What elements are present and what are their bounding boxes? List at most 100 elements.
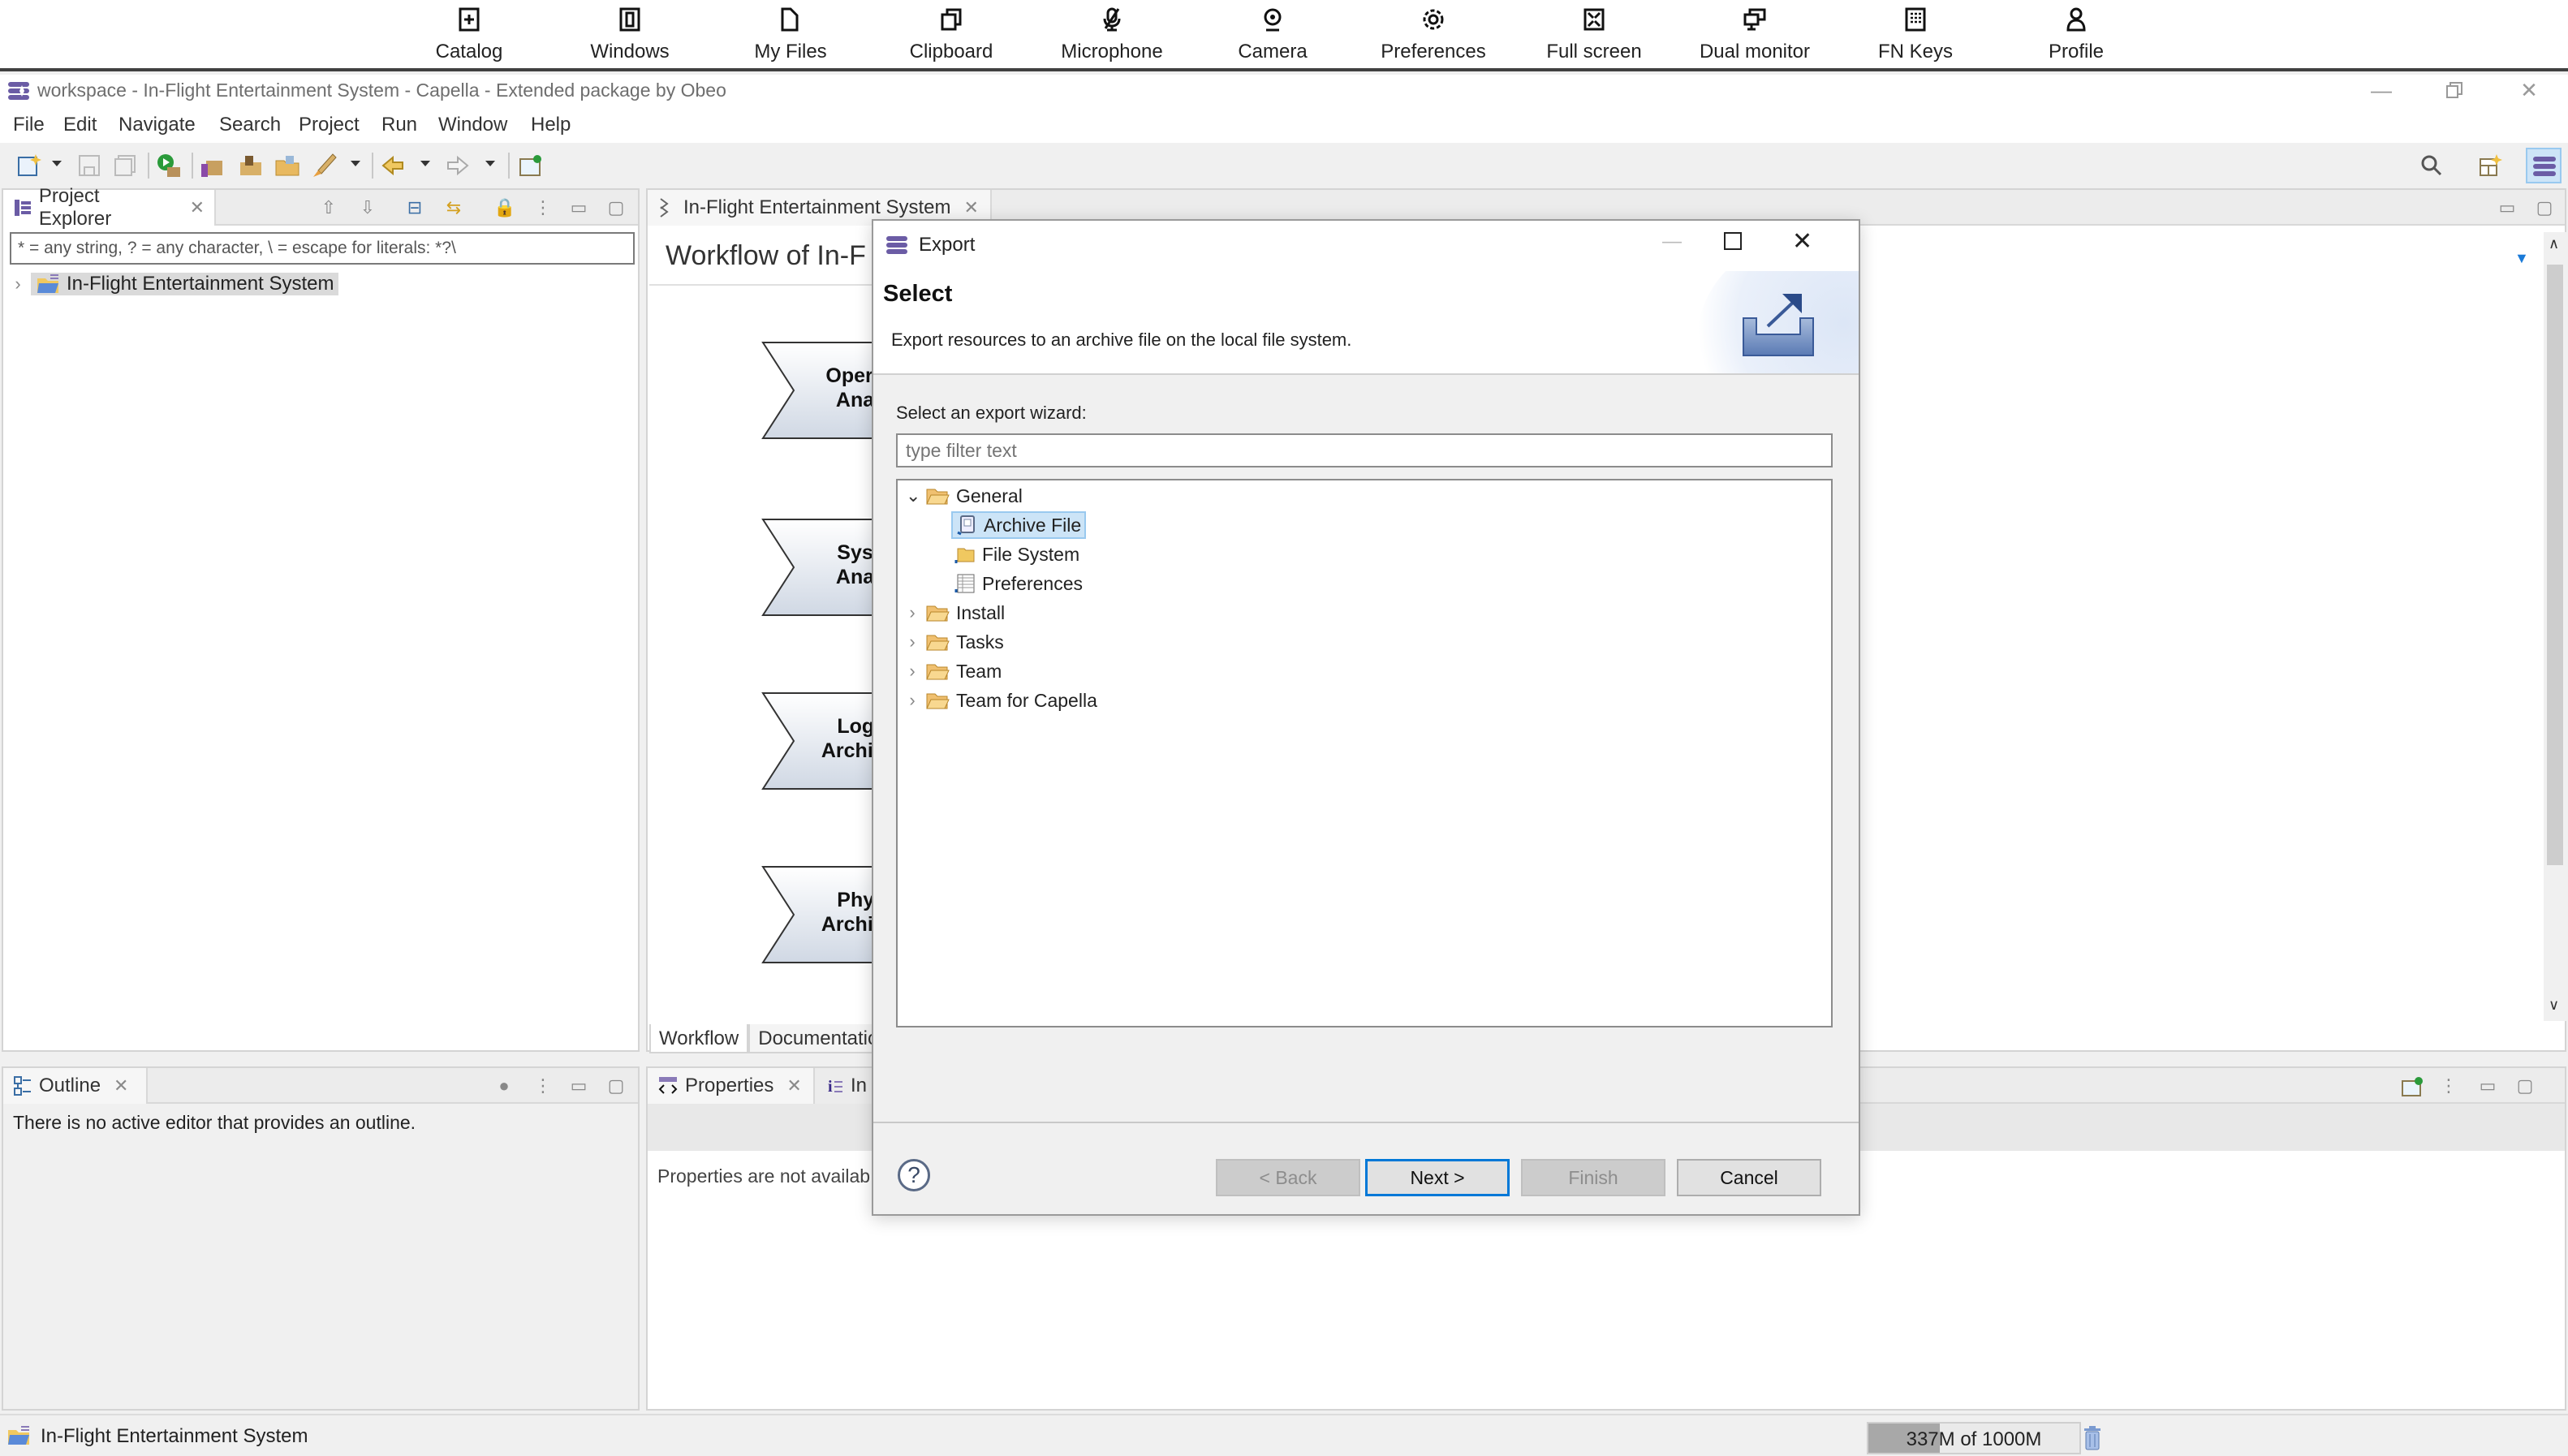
search-icon[interactable]: [2419, 153, 2445, 179]
tab-properties[interactable]: Properties ✕: [648, 1068, 815, 1104]
forward-dropdown[interactable]: [485, 161, 495, 166]
perspective-icon[interactable]: [2477, 153, 2503, 179]
close-window-button[interactable]: ✕: [2505, 75, 2553, 107]
back-button[interactable]: < Back: [1216, 1159, 1360, 1196]
dialog-close-button[interactable]: ✕: [1792, 227, 1812, 256]
move-up-icon: ⇧: [321, 197, 337, 218]
maximize-view-icon[interactable]: ▢: [605, 1076, 627, 1096]
view-menu-icon[interactable]: ⋮: [532, 198, 554, 218]
minimize-view-icon[interactable]: ▭: [568, 1076, 589, 1096]
tree-item-install[interactable]: › Install: [906, 599, 1005, 627]
view-menu-icon[interactable]: ⋮: [532, 1076, 554, 1096]
expand-chevron-icon[interactable]: ›: [11, 274, 24, 295]
close-tab-icon[interactable]: ✕: [114, 1075, 128, 1096]
open-folder-icon[interactable]: [274, 153, 300, 179]
collapse-all-icon[interactable]: ⊟: [404, 198, 425, 218]
fullscreen-icon: [1513, 6, 1675, 39]
profile-button[interactable]: Profile: [1995, 6, 2157, 63]
close-tab-icon[interactable]: ✕: [786, 1075, 801, 1096]
clipboard-button[interactable]: Clipboard: [870, 6, 1032, 63]
minimize-view-icon[interactable]: ▭: [2477, 1076, 2498, 1096]
import-icon[interactable]: [237, 153, 263, 179]
wizard-filter-input[interactable]: [896, 433, 1833, 467]
menu-edit[interactable]: Edit: [63, 114, 97, 136]
run-capella-icon[interactable]: [156, 153, 182, 179]
expand-chevron-icon[interactable]: ›: [906, 602, 919, 623]
scroll-up-icon[interactable]: ∧: [2549, 235, 2559, 252]
model-icon[interactable]: [200, 153, 226, 179]
minimize-view-icon[interactable]: ▭: [568, 198, 589, 218]
tab-workflow[interactable]: Workflow: [649, 1024, 749, 1053]
full-screen-button[interactable]: Full screen: [1513, 6, 1675, 63]
collapse-chevron-icon[interactable]: ⌄: [906, 485, 920, 506]
tab-information[interactable]: i In: [815, 1068, 880, 1104]
maximize-view-icon[interactable]: ▢: [605, 198, 627, 218]
info-icon: i: [828, 1078, 842, 1096]
brush-icon[interactable]: [312, 153, 338, 179]
menu-search[interactable]: Search: [219, 114, 281, 136]
dialog-maximize-button[interactable]: [1724, 232, 1742, 250]
back-arrow-icon[interactable]: [380, 153, 406, 179]
scrollbar-thumb[interactable]: [2547, 265, 2563, 865]
maximize-view-icon[interactable]: ▢: [2514, 1076, 2536, 1096]
catalog-button[interactable]: Catalog: [388, 6, 550, 63]
tree-item-in-flight-entertainment-system[interactable]: › In-Flight Entertainment System: [11, 269, 339, 299]
menu-navigate[interactable]: Navigate: [118, 114, 196, 136]
help-button[interactable]: ?: [898, 1159, 930, 1191]
trash-icon[interactable]: [2083, 1425, 2102, 1451]
expand-chevron-icon[interactable]: ›: [906, 631, 919, 653]
finish-button[interactable]: Finish: [1521, 1159, 1665, 1196]
project-explorer-filter-input[interactable]: [10, 232, 635, 265]
capella-app-icon: [8, 81, 29, 101]
maximize-editor-icon[interactable]: ▢: [2534, 198, 2555, 218]
menu-help[interactable]: Help: [531, 114, 571, 136]
menu-file[interactable]: File: [13, 114, 45, 136]
my-files-button[interactable]: My Files: [709, 6, 872, 63]
expand-chevron-icon[interactable]: ›: [906, 661, 919, 682]
cancel-button[interactable]: Cancel: [1677, 1159, 1821, 1196]
tree-item-team[interactable]: › Team: [906, 657, 1002, 685]
next-button[interactable]: Next >: [1365, 1159, 1510, 1196]
fn-keys-button[interactable]: FN Keys: [1834, 6, 1997, 63]
brush-dropdown[interactable]: [351, 161, 360, 166]
tab-documentation[interactable]: Documentatio: [748, 1024, 889, 1053]
tree-item-file-system[interactable]: File System: [954, 541, 1079, 568]
preferences-button[interactable]: Preferences: [1352, 6, 1515, 63]
menu-project[interactable]: Project: [299, 114, 360, 136]
gear-icon: [1352, 6, 1515, 39]
tree-item-general[interactable]: ⌄ General: [906, 482, 1023, 510]
windows-button[interactable]: Windows: [549, 6, 711, 63]
tab-project-explorer[interactable]: Project Explorer ✕: [3, 185, 216, 230]
tree-item-team-for-capella[interactable]: › Team for Capella: [906, 687, 1097, 714]
capella-project-icon: [37, 274, 58, 293]
capella-perspective-button[interactable]: [2526, 148, 2562, 183]
expand-chevron-icon[interactable]: ›: [906, 690, 919, 711]
open-perspective-icon[interactable]: [518, 153, 544, 179]
view-menu-icon[interactable]: ⋮: [2438, 1076, 2459, 1096]
camera-button[interactable]: Camera: [1191, 6, 1354, 63]
back-dropdown[interactable]: [420, 161, 430, 166]
close-tab-icon[interactable]: ✕: [190, 197, 205, 218]
tab-outline[interactable]: Outline ✕: [3, 1068, 148, 1104]
editor-vertical-scrollbar[interactable]: ∧ ∨: [2544, 232, 2566, 1021]
minimize-editor-icon[interactable]: ▭: [2497, 198, 2518, 218]
clipboard-icon: [870, 6, 1032, 39]
microphone-button[interactable]: Microphone: [1031, 6, 1193, 63]
menu-run[interactable]: Run: [381, 114, 417, 136]
pin-editor-icon[interactable]: [2401, 1076, 2423, 1096]
tree-item-tasks[interactable]: › Tasks: [906, 628, 1003, 656]
link-with-editor-icon[interactable]: ⇆: [443, 198, 464, 218]
tree-item-preferences[interactable]: Preferences: [954, 570, 1083, 597]
close-tab-icon[interactable]: ✕: [963, 197, 978, 218]
dual-monitor-button[interactable]: Dual monitor: [1674, 6, 1836, 63]
restore-window-button[interactable]: [2430, 75, 2479, 107]
menu-window[interactable]: Window: [438, 114, 507, 136]
heap-status[interactable]: 337M of 1000M: [1867, 1422, 2081, 1454]
lock-icon[interactable]: 🔒: [493, 198, 515, 218]
new-icon[interactable]: [16, 153, 42, 179]
minimize-window-button[interactable]: —: [2357, 75, 2406, 107]
new-dropdown[interactable]: [52, 161, 62, 166]
tree-item-archive-file[interactable]: Archive File: [951, 511, 1087, 539]
dropdown-arrow-icon[interactable]: ▼: [2514, 250, 2529, 267]
scroll-down-icon[interactable]: ∨: [2549, 997, 2559, 1014]
